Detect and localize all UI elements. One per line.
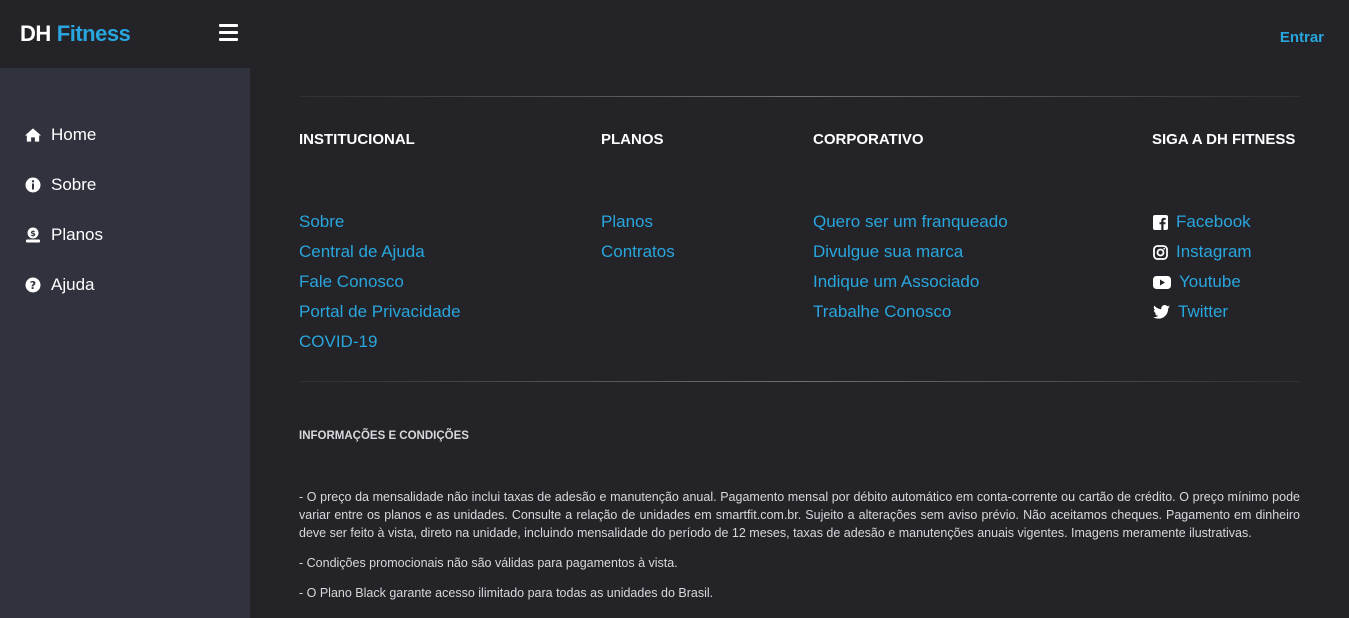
footer-columns: INSTITUCIONAL Sobre Central de Ajuda Fal… — [299, 97, 1300, 381]
sidebar-item-label: Planos — [51, 225, 103, 244]
column-title: CORPORATIVO — [813, 131, 924, 148]
middle-divider — [299, 381, 1300, 382]
menu-toggle-icon[interactable] — [219, 24, 238, 41]
login-link[interactable]: Entrar — [1280, 29, 1324, 46]
info-title: INFORMAÇÕES E CONDIÇÕES — [299, 430, 469, 442]
brand-name-part1: DH — [20, 21, 51, 46]
sidebar-item-sobre[interactable]: Sobre — [0, 160, 250, 210]
link-franqueado[interactable]: Quero ser um franqueado — [813, 212, 1008, 232]
svg-text:$: $ — [30, 229, 36, 238]
column-corporativo: CORPORATIVO Quero ser um franqueado Divu… — [813, 97, 1008, 327]
link-sobre[interactable]: Sobre — [299, 212, 344, 232]
sidebar-item-label: Ajuda — [51, 275, 95, 294]
link-facebook[interactable]: Facebook — [1176, 212, 1251, 232]
link-instagram[interactable]: Instagram — [1176, 242, 1252, 262]
sidebar-item-label: Sobre — [51, 175, 97, 194]
brand-logo[interactable]: DH Fitness — [0, 0, 250, 68]
social-youtube[interactable]: Youtube — [1152, 267, 1295, 297]
sidebar-nav: Home Sobre $ Planos ? Ajuda — [0, 68, 250, 310]
info-paragraph: - O Plano Black garante acesso ilimitado… — [299, 586, 714, 600]
instagram-icon — [1152, 244, 1168, 260]
link-trabalhe-conosco[interactable]: Trabalhe Conosco — [813, 302, 951, 322]
social-facebook[interactable]: Facebook — [1152, 207, 1295, 237]
sidebar-item-planos[interactable]: $ Planos — [0, 210, 250, 260]
column-title: PLANOS — [601, 131, 664, 148]
home-icon — [24, 126, 42, 144]
sidebar: DH Fitness Home Sobre $ Planos ? Ajuda — [0, 0, 250, 618]
plans-icon: $ — [24, 226, 42, 244]
svg-text:?: ? — [30, 279, 36, 292]
info-paragraph: - O preço da mensalidade não inclui taxa… — [299, 490, 1300, 540]
twitter-icon — [1152, 304, 1170, 320]
column-title: INSTITUCIONAL — [299, 131, 415, 148]
footer-content: INSTITUCIONAL Sobre Central de Ajuda Fal… — [299, 96, 1300, 602]
link-youtube[interactable]: Youtube — [1179, 272, 1241, 292]
info-icon — [24, 176, 42, 194]
link-twitter[interactable]: Twitter — [1178, 302, 1228, 322]
column-title: SIGA A DH FITNESS — [1152, 131, 1296, 148]
link-divulgue-marca[interactable]: Divulgue sua marca — [813, 242, 963, 262]
sidebar-item-ajuda[interactable]: ? Ajuda — [0, 260, 250, 310]
sidebar-item-home[interactable]: Home — [0, 110, 250, 160]
help-icon: ? — [24, 276, 42, 294]
info-paragraph: - Condições promocionais não são válidas… — [299, 556, 678, 570]
youtube-icon — [1152, 274, 1171, 290]
link-portal-de-privacidade[interactable]: Portal de Privacidade — [299, 302, 461, 322]
link-indique-associado[interactable]: Indique um Associado — [813, 272, 979, 292]
link-central-de-ajuda[interactable]: Central de Ajuda — [299, 242, 425, 262]
sidebar-item-label: Home — [51, 125, 97, 144]
link-covid-19[interactable]: COVID-19 — [299, 332, 377, 352]
column-social: SIGA A DH FITNESS Facebook Instagram You… — [1152, 97, 1295, 327]
facebook-icon — [1152, 214, 1168, 230]
brand-name-part2: Fitness — [56, 21, 131, 46]
link-planos[interactable]: Planos — [601, 212, 653, 232]
social-instagram[interactable]: Instagram — [1152, 237, 1295, 267]
link-contratos[interactable]: Contratos — [601, 242, 675, 262]
link-fale-conosco[interactable]: Fale Conosco — [299, 272, 404, 292]
column-planos: PLANOS Planos Contratos — [601, 97, 675, 267]
column-institucional: INSTITUCIONAL Sobre Central de Ajuda Fal… — [299, 97, 461, 357]
social-twitter[interactable]: Twitter — [1152, 297, 1295, 327]
